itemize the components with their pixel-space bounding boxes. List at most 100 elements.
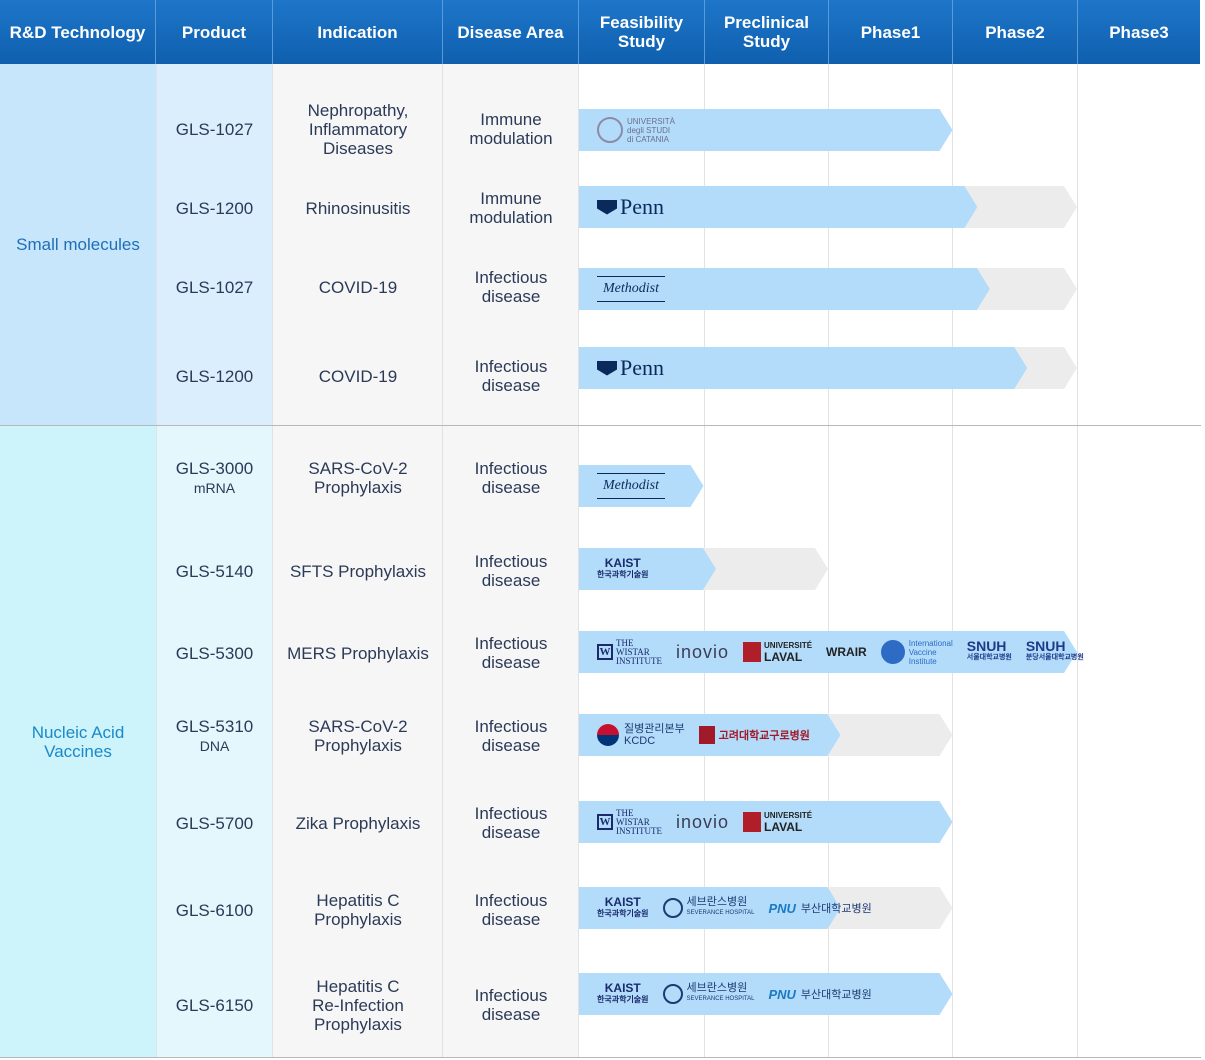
product-cell: GLS-6150 — [156, 952, 273, 1058]
logo-penn: Penn — [597, 355, 664, 381]
kcdc-line: KCDC — [624, 735, 656, 747]
indication-cell: Rhinosinusitis — [273, 168, 443, 248]
kumc-mark-icon — [698, 726, 715, 744]
logo-severance: 세브란스병원 SEVERANCE HOSPITAL — [662, 983, 755, 1005]
sev-text: 세브란스병원 SEVERANCE HOSPITAL — [687, 897, 755, 919]
laval-crest-icon — [743, 642, 762, 662]
product-sub: DNA — [199, 737, 230, 754]
product-cell: GLS-1200 — [156, 168, 273, 248]
progress-bar: KAIST 한국과학기술원 세브란스병원 SEVERANCE HOSPITAL PNU 부… — [579, 887, 953, 929]
header-phase2: Phase2 — [953, 0, 1078, 64]
partner-logos: W THE WISTAR INSTITUTE inovio UNIVERSITÉ LAVAL… — [597, 631, 1084, 673]
kaist-kr-label: 한국과학기술원 — [597, 995, 649, 1004]
disease-area-cell: Infectious disease — [443, 426, 579, 530]
category-nucleic-acid-vaccines: Nucleic Acid Vaccines — [0, 426, 156, 1058]
pnu-label: 부산대학교병원 — [800, 989, 872, 1001]
product-cell: GLS-6100 — [156, 868, 273, 952]
ivi-text: International Vaccine Institute — [909, 639, 953, 666]
disease-area-cell: Infectious disease — [443, 612, 579, 694]
progress-bar: Penn — [579, 347, 1077, 389]
indication-text: Zika Prophylaxis — [295, 813, 421, 833]
laval-text: UNIVERSITÉ LAVAL — [764, 811, 812, 834]
logo-wistar: W THE WISTAR INSTITUTE — [597, 808, 662, 836]
catania-line: di CATANIA — [627, 134, 669, 144]
wistar-line: INSTITUTE — [616, 825, 662, 836]
disease-area-cell: Infectious disease — [443, 327, 579, 425]
methodist-label: Methodist — [603, 478, 659, 493]
header-rd-technology: R&D Technology — [0, 0, 156, 64]
product-name: GLS-5310 — [175, 716, 254, 736]
header-phase2-label: Phase2 — [985, 22, 1045, 42]
penn-label: Penn — [620, 355, 664, 380]
partner-logos: Methodist — [597, 465, 665, 507]
penn-label: Penn — [620, 194, 664, 219]
pnu-mark: PNU — [768, 986, 796, 1002]
disease-area-text: Immune modulation — [469, 189, 553, 227]
catania-line: degli STUDI — [627, 125, 671, 135]
indication-text: SARS-CoV-2 Prophylaxis — [308, 459, 408, 497]
product-name: GLS-5700 — [175, 813, 254, 833]
product-name: GLS-1200 — [175, 366, 254, 386]
logo-wrair: WRAIR — [826, 645, 867, 659]
logo-korea-univ-guro: 고려대학교구로병원 — [698, 726, 810, 744]
indication-text: Hepatitis C Re-Infection Prophylaxis — [312, 976, 404, 1034]
ivi-line: International — [908, 638, 953, 648]
sev-text: 세브란스병원 SEVERANCE HOSPITAL — [687, 983, 755, 1005]
category-small-molecules: Small molecules — [0, 64, 156, 425]
logo-ivi: International Vaccine Institute — [880, 639, 953, 666]
disease-area-text: Infectious disease — [474, 268, 548, 306]
logo-methodist: Methodist — [597, 276, 665, 302]
logo-wistar: W THE WISTAR INSTITUTE — [597, 638, 662, 666]
kaist-label: KAIST — [604, 556, 641, 570]
disease-area-text: Infectious disease — [474, 986, 548, 1024]
disease-area-cell: Infectious disease — [443, 952, 579, 1058]
laval-crest-icon — [743, 812, 762, 832]
penn-shield-icon — [597, 199, 617, 215]
disease-area-cell: Infectious disease — [443, 530, 579, 612]
progress-bar: UNIVERSITÀ degli STUDI di CATANIA — [579, 109, 953, 151]
partner-logos: W THE WISTAR INSTITUTE inovio UNIVERSITÉ LAVAL — [597, 801, 812, 843]
logo-methodist: Methodist — [597, 473, 665, 499]
inovio-label: inovio — [676, 811, 730, 832]
snuh-text: SNUH 서울대학교병원 — [967, 639, 1012, 664]
product-cell: GLS-1200 — [156, 327, 273, 425]
kcdc-text: 질병관리본부 KCDC — [624, 723, 685, 747]
pnu-label: 부산대학교병원 — [800, 903, 872, 915]
disease-area-text: Infectious disease — [474, 891, 548, 929]
indication-cell: COVID-19 — [273, 247, 443, 327]
header-disease-area-label: Disease Area — [457, 22, 564, 42]
product-name: GLS-6150 — [175, 995, 254, 1015]
wistar-text: THE WISTAR INSTITUTE — [616, 808, 662, 836]
progress-bar: Penn — [579, 186, 1077, 228]
product-cell: GLS-5310 DNA — [156, 694, 273, 778]
kaist-label: KAIST — [604, 981, 641, 995]
laval-line: LAVAL — [764, 649, 803, 664]
header-product: Product — [156, 0, 273, 64]
sev-en-line: SEVERANCE HOSPITAL — [686, 996, 755, 1002]
laval-line: UNIVERSITÉ — [764, 810, 813, 820]
catania-line: UNIVERSITÀ — [627, 116, 676, 126]
indication-cell: Hepatitis C Re-Infection Prophylaxis — [273, 952, 443, 1058]
kaist-kr-label: 한국과학기술원 — [597, 909, 649, 918]
header-preclinical: Preclinical Study — [705, 0, 829, 64]
product-name: GLS-1027 — [175, 119, 254, 139]
indication-cell: Hepatitis C Prophylaxis — [273, 868, 443, 952]
indication-text: Hepatitis C Prophylaxis — [314, 891, 402, 929]
progress-bar: 질병관리본부 KCDC 고려대학교구로병원 — [579, 714, 953, 756]
disease-area-cell: Infectious disease — [443, 778, 579, 868]
catania-seal-icon — [597, 117, 623, 143]
sev-en-line: SEVERANCE HOSPITAL — [686, 910, 755, 916]
header-indication-label: Indication — [317, 22, 398, 42]
snuh-text: SNUH 분당서울대학교병원 — [1026, 639, 1084, 664]
product-cell: GLS-5700 — [156, 778, 273, 868]
wrair-label: WRAIR — [826, 645, 867, 659]
disease-area-text: Infectious disease — [474, 552, 548, 590]
logo-kaist: KAIST 한국과학기술원 — [597, 556, 649, 580]
sev-line: 세브란스병원 — [686, 982, 748, 994]
product-sub: mRNA — [193, 479, 236, 496]
progress-bar: Methodist — [579, 268, 1077, 310]
disease-area-text: Infectious disease — [474, 634, 548, 672]
indication-text: COVID-19 — [318, 277, 398, 297]
catania-text: UNIVERSITÀ degli STUDI di CATANIA — [627, 117, 675, 144]
wistar-text: THE WISTAR INSTITUTE — [616, 638, 662, 666]
